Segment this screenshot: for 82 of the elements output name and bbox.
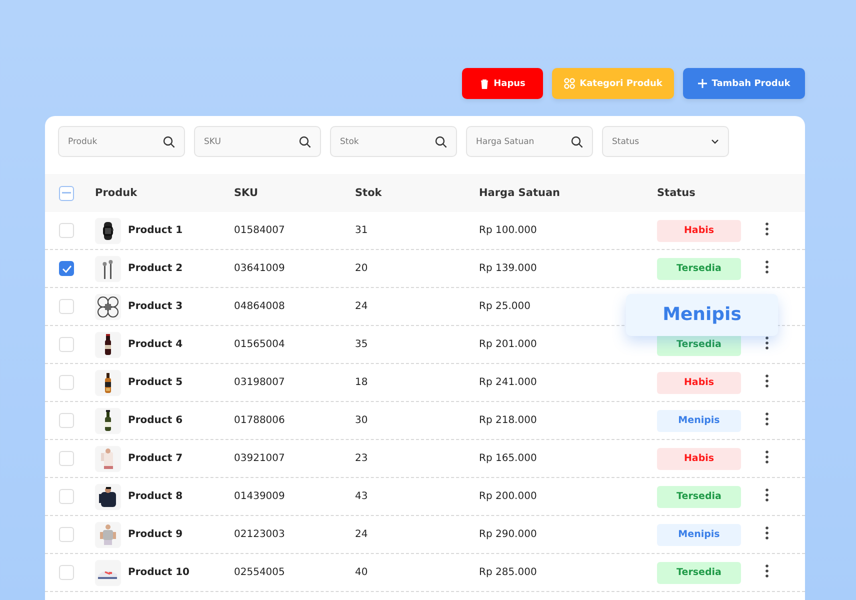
- status-badge: Habis: [657, 372, 741, 394]
- stock-header: Stok: [355, 187, 383, 199]
- more-icon[interactable]: [765, 450, 769, 464]
- price-cell-text: Rp 100.000: [479, 225, 538, 236]
- price-cell-text: Rp 290.000: [479, 529, 538, 540]
- sku-cell-text: 03641009: [234, 263, 286, 274]
- search-field[interactable]: SKU: [194, 126, 321, 157]
- sku-cell-text: 02123003: [234, 529, 286, 540]
- price-cell-text: Rp 25.000: [479, 301, 532, 312]
- sku-cell-text: 01788006: [234, 415, 286, 426]
- price-cell-text: Rp 200.000: [479, 491, 538, 502]
- more-icon[interactable]: [765, 260, 769, 274]
- status-popup: Menipis: [626, 294, 778, 336]
- more-icon[interactable]: [765, 488, 769, 502]
- row-checkbox[interactable]: [59, 261, 74, 276]
- price-cell-text: Rp 139.000: [479, 263, 538, 274]
- price-cell-text: Rp 218.000: [479, 415, 538, 426]
- product-name: Product 1: [128, 225, 183, 236]
- stock-cell-text: 20: [355, 263, 369, 274]
- search-icon: [163, 136, 175, 148]
- more-icon[interactable]: [765, 564, 769, 578]
- minus-icon: [62, 192, 71, 194]
- status-badge: Tersedia: [657, 486, 741, 508]
- sku-cell-text: 01584007: [234, 225, 286, 236]
- grid-icon: [564, 78, 575, 89]
- sku-cell-text: 01439009: [234, 491, 286, 502]
- sku-cell-text: 03198007: [234, 377, 286, 388]
- stock-cell-text: 43: [355, 491, 369, 502]
- chevron-down-icon: [711, 139, 719, 144]
- stock-cell-text: 30: [355, 415, 369, 426]
- sku-cell-text: 03921007: [234, 453, 286, 464]
- search-icon: [435, 136, 447, 148]
- stock-cell-text: 40: [355, 567, 369, 578]
- check-icon: [62, 264, 72, 272]
- stock-cell-text: 35: [355, 339, 369, 350]
- stock-cell-text: 31: [355, 225, 369, 236]
- status-badge: Tersedia: [657, 258, 741, 280]
- trash-icon: [480, 78, 489, 88]
- sku-cell-text: 02554005: [234, 567, 286, 578]
- product-name: Product 8: [128, 491, 183, 502]
- add-product-button[interactable]: Tambah Produk: [683, 68, 805, 99]
- product-name: Product 6: [128, 415, 183, 426]
- sku-cell-text: 01565004: [234, 339, 286, 350]
- status-badge: Menipis: [657, 410, 741, 432]
- more-icon[interactable]: [765, 526, 769, 540]
- delete-button[interactable]: Hapus: [462, 68, 543, 99]
- search-field[interactable]: Stok: [330, 126, 457, 157]
- status-badge: Habis: [657, 448, 741, 470]
- plus-icon: [698, 79, 707, 88]
- product-name: Product 2: [128, 263, 183, 274]
- more-icon[interactable]: [765, 412, 769, 426]
- more-icon[interactable]: [765, 336, 769, 350]
- price-cell-text: Rp 285.000: [479, 567, 538, 578]
- sku-header: SKU: [234, 187, 260, 199]
- price-cell-text: Rp 165.000: [479, 453, 538, 464]
- product-name: Product 3: [128, 301, 183, 312]
- search-field[interactable]: Harga Satuan: [466, 126, 593, 157]
- status-badge: Habis: [657, 220, 741, 242]
- more-icon[interactable]: [765, 374, 769, 388]
- stock-cell-text: 24: [355, 301, 369, 312]
- stock-cell-text: 24: [355, 529, 369, 540]
- status-header: Status: [657, 187, 696, 199]
- sku-cell-text: 04864008: [234, 301, 286, 312]
- product-name: Product 4: [128, 339, 183, 350]
- product-name: Product 5: [128, 377, 183, 388]
- product-header: Produk: [95, 187, 138, 199]
- price-cell-text: Rp 201.000: [479, 339, 538, 350]
- search-icon: [299, 136, 311, 148]
- search-icon: [571, 136, 583, 148]
- product-name: Product 10: [128, 567, 190, 578]
- select-all-checkbox[interactable]: [59, 186, 74, 200]
- product-name: Product 9: [128, 529, 183, 540]
- status-dropdown[interactable]: Status: [602, 126, 729, 157]
- status-badge: Tersedia: [657, 562, 741, 584]
- more-icon[interactable]: [765, 222, 769, 236]
- stock-cell-text: 23: [355, 453, 369, 464]
- status-badge: Menipis: [657, 524, 741, 546]
- search-field[interactable]: Produk: [58, 126, 185, 157]
- product-name: Product 7: [128, 453, 183, 464]
- price-cell-text: Rp 241.000: [479, 377, 538, 388]
- stock-cell-text: 18: [355, 377, 369, 388]
- price-header: Harga Satuan: [479, 187, 562, 199]
